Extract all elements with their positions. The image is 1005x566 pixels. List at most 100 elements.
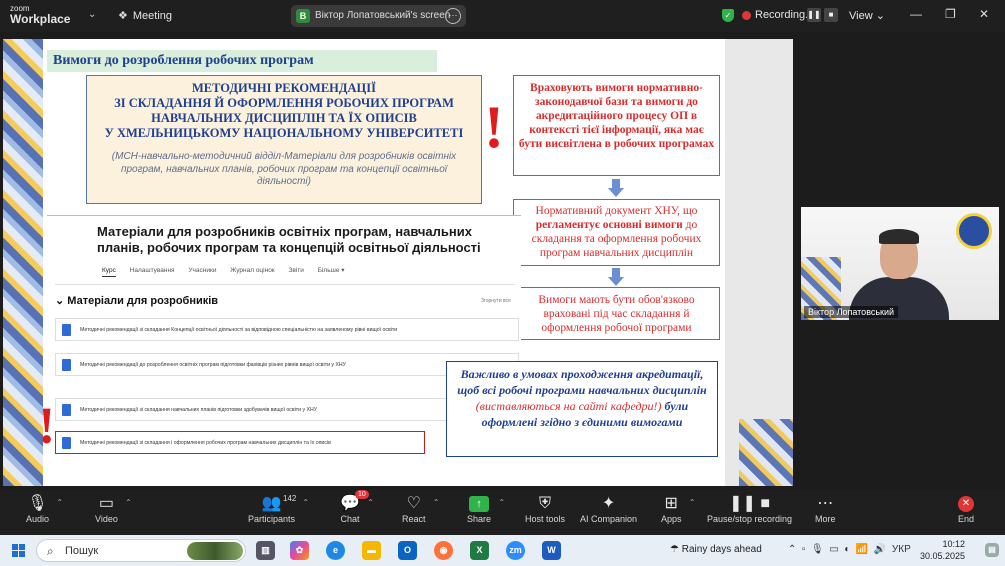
- more-button[interactable]: ⋯ More: [815, 494, 836, 524]
- exclamation-icon: !: [484, 94, 504, 160]
- options-icon[interactable]: ···: [445, 8, 461, 24]
- screen-share-indicator[interactable]: B Віктор Лопатовський's screen ···: [291, 5, 466, 27]
- file-explorer-icon[interactable]: ▬: [362, 541, 381, 560]
- participants-count: 142: [283, 494, 297, 503]
- close-icon: ✕: [958, 496, 974, 512]
- host-tools-button[interactable]: ⛨ Host tools: [525, 494, 565, 524]
- document-icon: [62, 437, 71, 449]
- pause-recording-icon[interactable]: ❚❚: [807, 8, 821, 22]
- paw-icon: ❖: [118, 10, 128, 22]
- chevron-up-icon[interactable]: ⌃: [302, 498, 309, 507]
- portal-tab: Звіти: [288, 267, 304, 274]
- react-button[interactable]: ♡ React ⌃: [402, 494, 440, 524]
- chevron-up-icon[interactable]: ⌃: [498, 498, 505, 507]
- share-button[interactable]: ↑ Share ⌃: [467, 494, 505, 524]
- notifications-icon[interactable]: ▤: [985, 543, 999, 557]
- document-icon: [62, 404, 71, 416]
- end-button[interactable]: ✕ End: [958, 494, 974, 524]
- exclamation-icon: !: [38, 398, 56, 455]
- ai-companion-button[interactable]: ✦ AI Companion: [580, 494, 637, 524]
- requirements-box: Враховують вимоги нормативно-законодавчо…: [513, 75, 720, 176]
- meeting-controls: 🎙 Audio ⌃ ▭ Video ⌃ 👥 Participants ⌃ 142 💬 Chat…: [0, 490, 1005, 535]
- chevron-up-icon[interactable]: ⌃: [689, 498, 696, 507]
- windows-taskbar: ⌕ Пошук ▥ ✿ e ▬ O ◉ X zm W ☂ Rainy days …: [0, 535, 1005, 566]
- camera-icon: ▭: [98, 495, 114, 512]
- weather-widget[interactable]: ☂ Rainy days ahead: [670, 544, 762, 555]
- portal-tab: Журнал оцінок: [230, 267, 275, 274]
- minimize-icon[interactable]: —: [910, 7, 922, 21]
- document-icon: [62, 324, 71, 336]
- apps-button[interactable]: ⊞ Apps ⌃: [661, 494, 696, 524]
- zoom-logo: zoom Workplace: [10, 4, 71, 26]
- search-icon: ⌕: [47, 544, 54, 558]
- excel-icon[interactable]: X: [470, 541, 489, 560]
- document-icon: [62, 359, 71, 371]
- normative-document-box: Нормативний документ ХНУ, що регламентує…: [513, 199, 720, 266]
- video-button[interactable]: ▭ Video ⌃: [95, 494, 132, 524]
- pause-recording-button[interactable]: ❚❚ ■ Pause/stop recording: [707, 494, 792, 524]
- stop-recording-icon[interactable]: ■: [824, 8, 838, 22]
- shield-icon: ⛨: [539, 495, 552, 512]
- clock[interactable]: 10:12 30.05.2025: [920, 538, 965, 562]
- apps-icon: ⊞: [664, 495, 678, 512]
- sparkle-icon: ✦: [601, 495, 616, 512]
- search-highlight-image: [187, 542, 243, 560]
- system-tray[interactable]: ⌃ ▫ 🎙 ▭ ◐ 📶 🔊 УКР: [788, 544, 911, 555]
- edge-icon[interactable]: e: [326, 541, 345, 560]
- shield-icon[interactable]: ✓: [722, 9, 734, 22]
- zoom-window: zoom Workplace ⌄ ❖ Meeting B Віктор Лопат…: [0, 0, 1005, 566]
- arrow-down-icon: [608, 268, 624, 286]
- share-screen-icon: ↑: [469, 496, 490, 512]
- zoom-icon[interactable]: zm: [506, 541, 525, 560]
- participant-video[interactable]: Віктор Лопатовський: [801, 207, 999, 320]
- pause-stop-icon: ❚❚ ■: [729, 495, 770, 512]
- heart-icon: ♡: [406, 495, 421, 512]
- divider: [55, 284, 515, 285]
- portal-tab: Налаштування: [129, 267, 175, 274]
- method-recommendations-box: МЕТОДИЧНІ РЕКОМЕНДАЦІЇ ЗІ СКЛАДАННЯ Й ОФ…: [86, 75, 482, 204]
- ornament-left: [3, 39, 43, 486]
- mandatory-requirements-box: Вимоги мають бути обов'язково враховані …: [513, 287, 720, 340]
- slide-title: Вимоги до розроблення робочих програм: [47, 50, 437, 72]
- chat-badge: 10: [355, 490, 369, 499]
- ornament-right: [739, 419, 793, 486]
- portal-tab: Учасники: [188, 267, 217, 274]
- list-item-highlighted: Методичні рекомендації зі складання і оф…: [55, 431, 425, 454]
- chevron-down-icon[interactable]: ⌄: [88, 9, 96, 20]
- arrow-down-icon: [608, 179, 624, 197]
- important-note-box: Важливо в умовах проходження акредитації…: [446, 361, 718, 457]
- recording-label: Recording...: [755, 9, 815, 21]
- share-label: Віктор Лопатовський's screen: [315, 10, 451, 21]
- portal-section-title: ⌄ Матеріали для розробників: [55, 295, 219, 307]
- weather-icon: ☂: [670, 544, 679, 555]
- collapse-all-link: Згорнути все: [481, 298, 511, 304]
- microphone-icon: 🎙: [27, 495, 48, 512]
- chevron-up-icon[interactable]: ⌃: [433, 498, 440, 507]
- maximize-icon[interactable]: ❐: [945, 7, 956, 21]
- word-icon[interactable]: W: [542, 541, 561, 560]
- chevron-up-icon[interactable]: ⌃: [56, 498, 63, 507]
- method-subtitle: (МСН-навчально-методичний відділ-Матеріа…: [111, 151, 457, 187]
- windows-start-icon[interactable]: [12, 544, 25, 557]
- task-view-icon[interactable]: ▥: [256, 541, 275, 560]
- more-icon: ⋯: [817, 495, 834, 512]
- view-menu[interactable]: View ⌄: [849, 9, 885, 22]
- portal-tab: Курс: [102, 267, 116, 277]
- sharer-avatar: B: [296, 9, 310, 23]
- portal-title: Матеріали для розробників освітніх прогр…: [97, 224, 481, 255]
- method-heading: МЕТОДИЧНІ РЕКОМЕНДАЦІЇ ЗІ СКЛАДАННЯ Й ОФ…: [104, 81, 464, 140]
- language-indicator: УКР: [891, 544, 911, 555]
- list-item: Методичні рекомендації зі складання Конц…: [55, 318, 519, 341]
- chevron-up-icon[interactable]: ⌃: [125, 498, 132, 507]
- title-bar: zoom Workplace ⌄ ❖ Meeting B Віктор Лопат…: [0, 0, 1005, 32]
- portal-nav: Курс Налаштування Учасники Журнал оцінок…: [102, 266, 357, 277]
- outlook-icon[interactable]: O: [398, 541, 417, 560]
- meeting-label[interactable]: ❖ Meeting: [118, 9, 172, 22]
- chevron-up-icon[interactable]: ⌃: [367, 498, 374, 507]
- audio-button[interactable]: 🎙 Audio ⌃: [26, 494, 63, 524]
- firefox-icon[interactable]: ◉: [434, 541, 453, 560]
- copilot-icon[interactable]: ✿: [290, 541, 309, 560]
- shared-slide: Вимоги до розроблення робочих програм МЕ…: [3, 39, 793, 486]
- close-icon[interactable]: ✕: [979, 7, 989, 21]
- taskbar-search[interactable]: ⌕ Пошук: [36, 539, 246, 562]
